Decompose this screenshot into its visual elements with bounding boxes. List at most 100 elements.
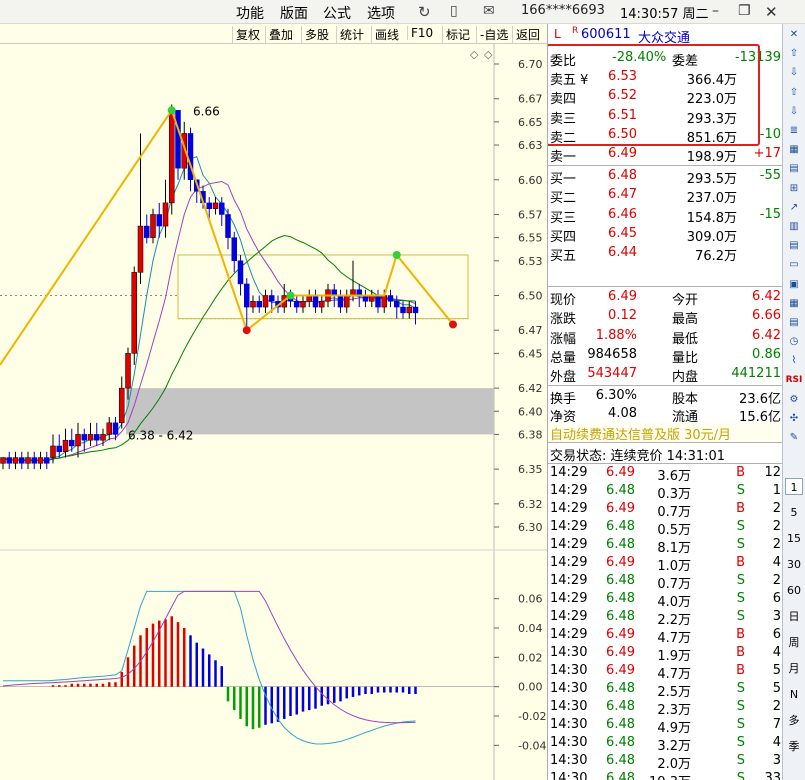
period-60[interactable]: 60 [785, 582, 803, 599]
period-季[interactable]: 季 [785, 738, 803, 755]
page-down-icon[interactable]: ⇩ [785, 103, 803, 120]
mark-button[interactable]: 标记 [442, 26, 473, 43]
window-icon[interactable]: ▭ [785, 256, 803, 273]
restore-rights-button[interactable]: 复权 [232, 26, 263, 43]
tick-price: 6.48 [606, 699, 635, 714]
tick-count: 5 [772, 663, 781, 678]
macd-tick-label: 0.04 [518, 622, 543, 635]
draw-line-button[interactable]: 画线 [371, 26, 402, 43]
menu-function[interactable]: 功能 [236, 3, 264, 23]
candle-body [156, 214, 162, 227]
statistics-button[interactable]: 统计 [336, 26, 367, 43]
bid-row: 买五 6.44 76.2万 [548, 244, 782, 265]
tick-volume: 3.6万 [657, 469, 691, 484]
multi-stock-button[interactable]: 多股 [301, 26, 332, 43]
restore-icon[interactable]: ❐ [738, 3, 751, 19]
kline-icon[interactable]: ▥ [785, 218, 803, 235]
table-icon[interactable]: ▤ [785, 160, 803, 177]
f12-icon[interactable]: ▤ [785, 314, 803, 331]
candle-body [294, 301, 300, 308]
candle-body [62, 439, 69, 453]
tick-price: 6.48 [606, 537, 635, 552]
price-tick-label: 6.63 [518, 139, 543, 152]
menu-options[interactable]: 选项 [367, 3, 395, 23]
overlay-button[interactable]: 叠加 [265, 26, 296, 43]
f10-icon[interactable]: ▣ [785, 276, 803, 293]
period-30[interactable]: 30 [785, 556, 803, 573]
tick-time: 14:30 [550, 645, 588, 660]
back-button[interactable]: 返回 [512, 26, 543, 43]
remove-watchlist-button[interactable]: -自选 [476, 26, 511, 43]
bid-label: 买五 [550, 249, 577, 265]
period-周[interactable]: 周 [785, 634, 803, 651]
price-tick-label: 6.65 [518, 116, 543, 129]
period-月[interactable]: 月 [785, 660, 803, 677]
tick-side: B [736, 627, 745, 642]
period-多[interactable]: 多 [785, 712, 803, 729]
tick-volume: 4.7万 [657, 667, 691, 682]
menu-layout[interactable]: 版面 [280, 3, 308, 23]
minimize-icon[interactable]: – [712, 3, 719, 19]
candle-body [150, 214, 156, 238]
move-icon[interactable]: ✣ [785, 410, 803, 427]
tick-price: 6.48 [606, 753, 635, 768]
period-日[interactable]: 日 [785, 608, 803, 625]
box-icon[interactable]: ▦ [785, 295, 803, 312]
menu-formula[interactable]: 公式 [323, 3, 351, 23]
f10-button[interactable]: F10 [407, 26, 436, 40]
mail-icon[interactable]: ✉ [483, 3, 495, 19]
candle-body [87, 434, 94, 441]
tick-row: 14:30 6.48 2.0万 S 3 [548, 753, 782, 772]
page-up-icon[interactable]: ⇧ [785, 84, 803, 101]
trend-icon[interactable]: ↗ [785, 199, 803, 216]
period-N[interactable]: N [785, 686, 803, 703]
tick-side: S [736, 609, 745, 624]
macd-tick-label: 0.00 [518, 681, 543, 694]
wave-icon[interactable]: ⌇ [785, 352, 803, 369]
pen-icon[interactable]: ✎ [785, 429, 803, 446]
bid-volume: 293.5万 [686, 172, 737, 187]
stat-value: 0.86 [752, 346, 781, 362]
tick-time: 14:30 [550, 699, 588, 714]
price-tick-label: 6.53 [518, 255, 543, 268]
gear-icon[interactable]: ⚙ [785, 391, 803, 408]
bid-price: 6.45 [608, 225, 637, 241]
tick-count: 3 [772, 753, 781, 768]
bid-label: 买四 [550, 229, 577, 245]
macd-tick-label: -0.02 [518, 710, 546, 723]
tick-price: 6.48 [606, 591, 635, 606]
price-tick-label: 6.35 [518, 463, 543, 476]
bid-price: 6.47 [608, 187, 637, 203]
phone-icon[interactable]: ▯ [450, 3, 458, 19]
kline-chart[interactable]: ◇ ◇ 6.666.38 - 6.42 6.706.676.656.636.606… [0, 44, 547, 780]
tick-side: S [736, 699, 745, 714]
refresh-icon[interactable]: ↻ [418, 3, 431, 21]
panel-icon[interactable]: ⊞ [785, 180, 803, 197]
period-1[interactable]: 1 [785, 478, 803, 496]
user-phone: 166****6693 [521, 3, 605, 18]
period-5[interactable]: 5 [785, 504, 803, 521]
tick-volume: 4.9万 [657, 721, 691, 736]
bars-icon[interactable]: ▤ [785, 237, 803, 254]
stat-row: 净资 4.08 流通 15.6亿 [548, 405, 782, 425]
close-icon[interactable]: ✕ [765, 3, 778, 21]
stat-row: 涨幅 1.88% 最低 6.42 [548, 327, 782, 347]
rsi-icon[interactable]: RSI [785, 372, 803, 389]
ad-banner[interactable]: 自动续费通达信普及版 30元/月 [548, 423, 782, 443]
up-arrow-icon[interactable]: ⇧ [785, 45, 803, 62]
tick-row: 14:29 6.49 4.7万 B 6 [548, 627, 782, 646]
tick-side: S [736, 591, 745, 606]
period-15[interactable]: 15 [785, 530, 803, 547]
ad-text[interactable]: 自动续费通达信普及版 30元/月 [550, 424, 731, 443]
stat-label: 涨跌 [550, 312, 577, 328]
tick-side: S [736, 735, 745, 750]
grid-icon[interactable]: ▦ [785, 141, 803, 158]
clock-icon[interactable]: ◷ [785, 333, 803, 350]
close-icon[interactable]: ✕ [785, 26, 803, 43]
candle-body [0, 457, 6, 464]
down-arrow-icon[interactable]: ⇩ [785, 64, 803, 81]
flag-l: L [554, 27, 561, 41]
list-icon[interactable]: ≣ [785, 122, 803, 139]
trade-state: 交易状态: 连续竞价 14:31:01 [550, 449, 726, 464]
pivot-dot [167, 106, 176, 115]
